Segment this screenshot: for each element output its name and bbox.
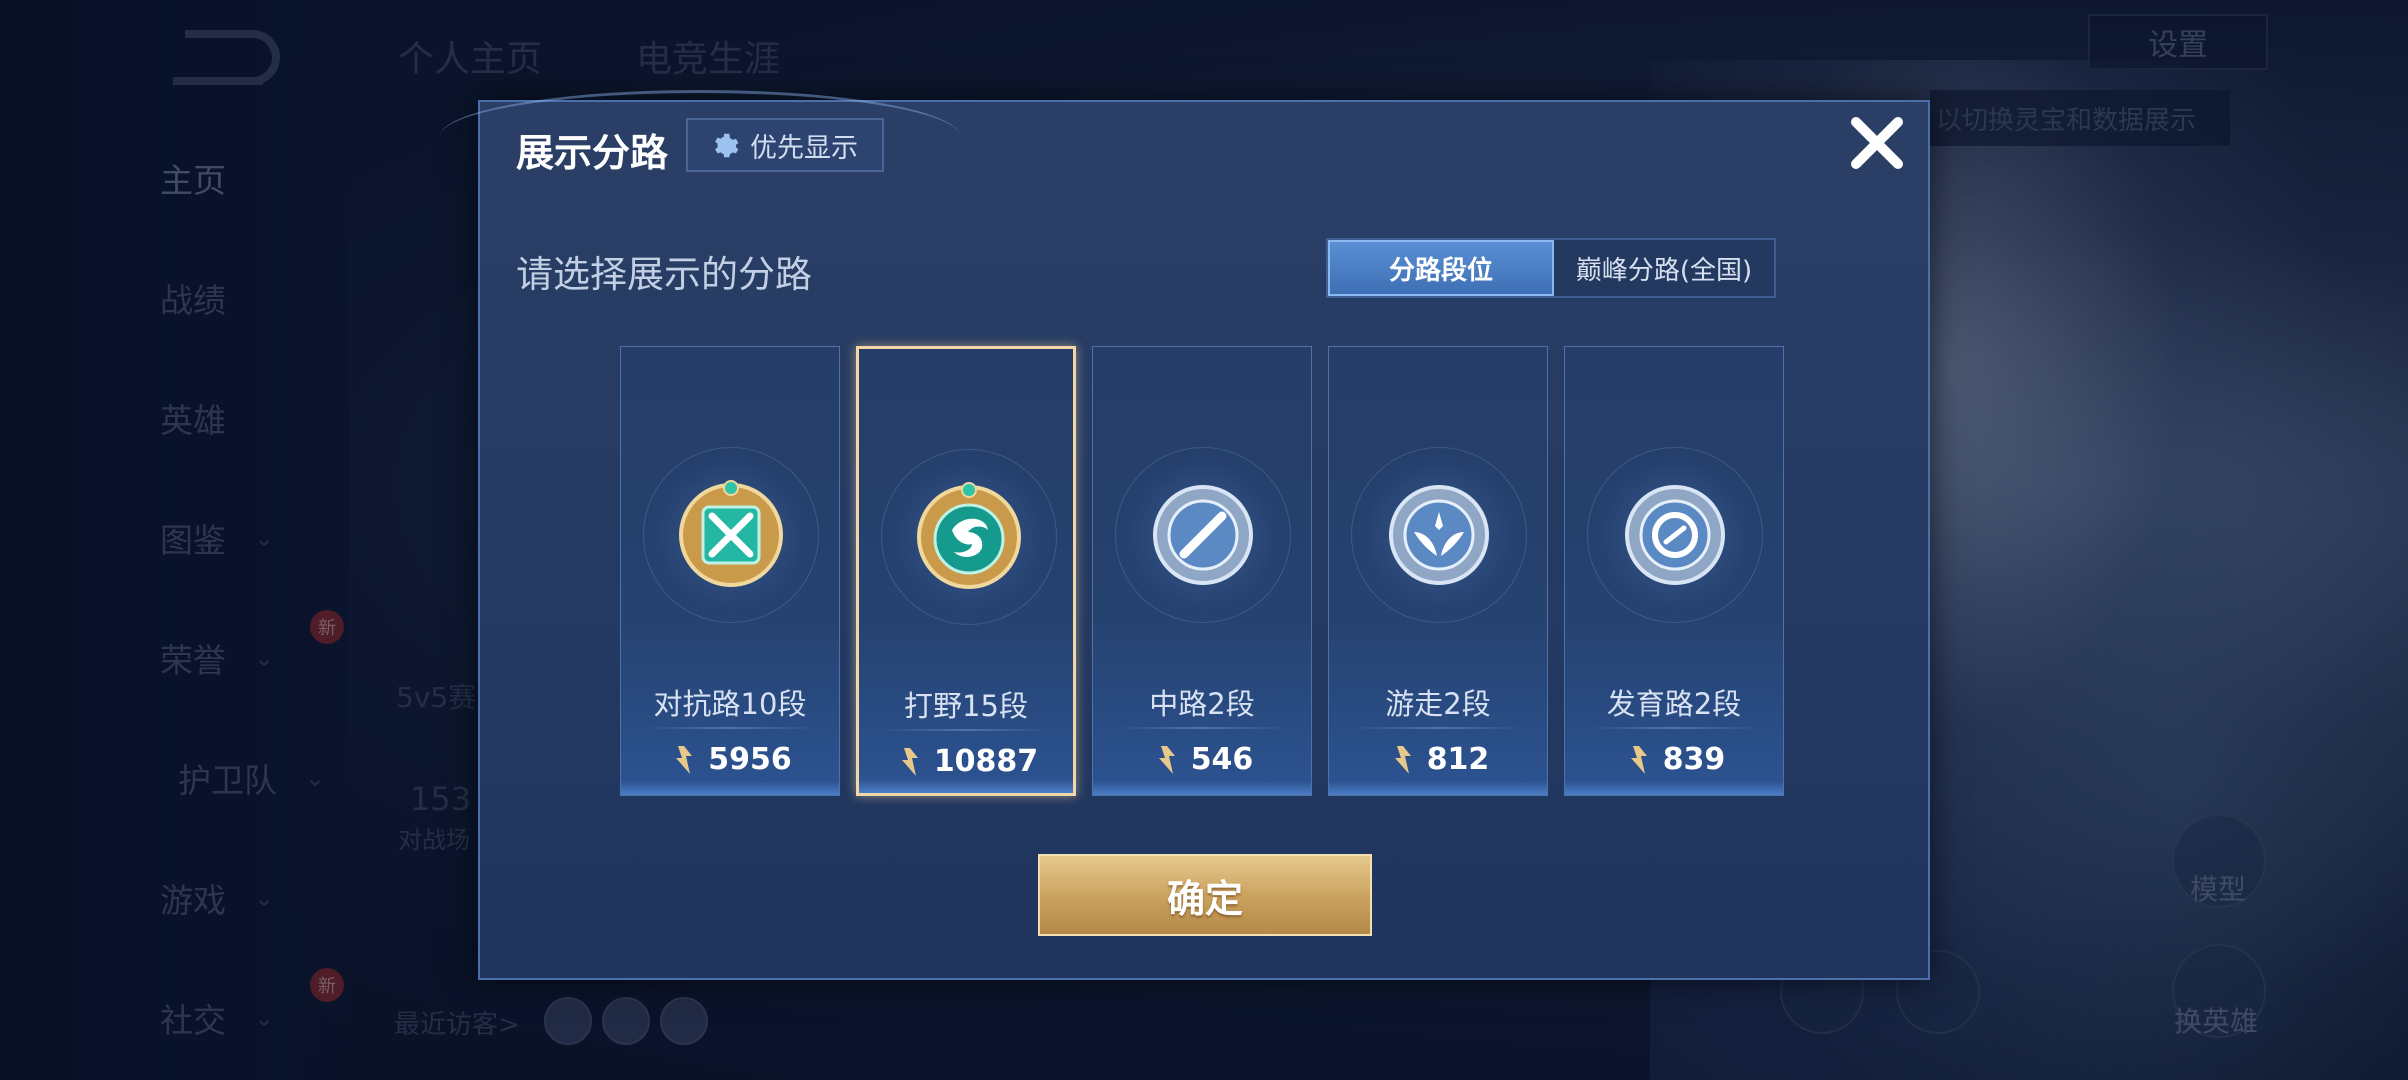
power-icon [1394, 745, 1411, 774]
lane-mode-switch: 分路段位 巅峰分路(全国) [1326, 238, 1776, 298]
mid-lane-emblem-icon [1153, 485, 1253, 585]
divider [643, 727, 817, 729]
dialog-title: 展示分路 [516, 131, 669, 175]
divider [1115, 727, 1289, 729]
roam-wings-emblem-icon [1389, 485, 1489, 585]
lane-score: 812 [1329, 742, 1547, 777]
lane-name: 打野15段 [904, 689, 1028, 723]
divider [1587, 727, 1761, 729]
tab-lane-rank[interactable]: 分路段位 [1328, 240, 1554, 296]
lane-score: 10887 [859, 744, 1073, 779]
lane-name: 对抗路10段 [653, 687, 807, 721]
farm-lane-emblem-icon [1625, 485, 1725, 585]
jungle-dragon-emblem-icon [917, 482, 1021, 589]
power-icon [901, 747, 918, 776]
divider [881, 729, 1051, 731]
lane-card-list: 对抗路10段 5956 打野15段 10887 中路2段 546 游走2段 81… [620, 346, 1800, 796]
lane-card-roam[interactable]: 游走2段 812 [1328, 346, 1548, 796]
lane-display-dialog: 展示分路 优先显示 请选择展示的分路 分路段位 巅峰分路(全国) 对抗路10段 [440, 90, 1930, 980]
select-lane-prompt: 请选择展示的分路 [516, 253, 812, 296]
divider [1351, 727, 1525, 729]
lane-score: 839 [1565, 742, 1783, 777]
lane-name: 发育路2段 [1606, 687, 1742, 721]
lane-name: 游走2段 [1385, 687, 1491, 721]
lane-score: 546 [1093, 742, 1311, 777]
lane-score: 5956 [621, 742, 839, 777]
priority-display-button[interactable]: 优先显示 [686, 118, 884, 172]
lane-card-mid[interactable]: 中路2段 546 [1092, 346, 1312, 796]
clash-lane-emblem-icon [679, 480, 783, 587]
power-icon [1630, 745, 1647, 774]
lane-name: 中路2段 [1149, 687, 1255, 721]
gear-icon [715, 133, 739, 158]
power-icon [1158, 745, 1175, 774]
power-icon [676, 745, 693, 774]
priority-label: 优先显示 [750, 132, 858, 164]
confirm-button[interactable]: 确定 [1038, 854, 1372, 936]
lane-card-jungle[interactable]: 打野15段 10887 [856, 346, 1076, 796]
tab-peak-lane-national[interactable]: 巅峰分路(全国) [1554, 240, 1774, 296]
lane-card-farm[interactable]: 发育路2段 839 [1564, 346, 1784, 796]
lane-card-clash[interactable]: 对抗路10段 5956 [620, 346, 840, 796]
close-icon[interactable] [1844, 110, 1910, 176]
